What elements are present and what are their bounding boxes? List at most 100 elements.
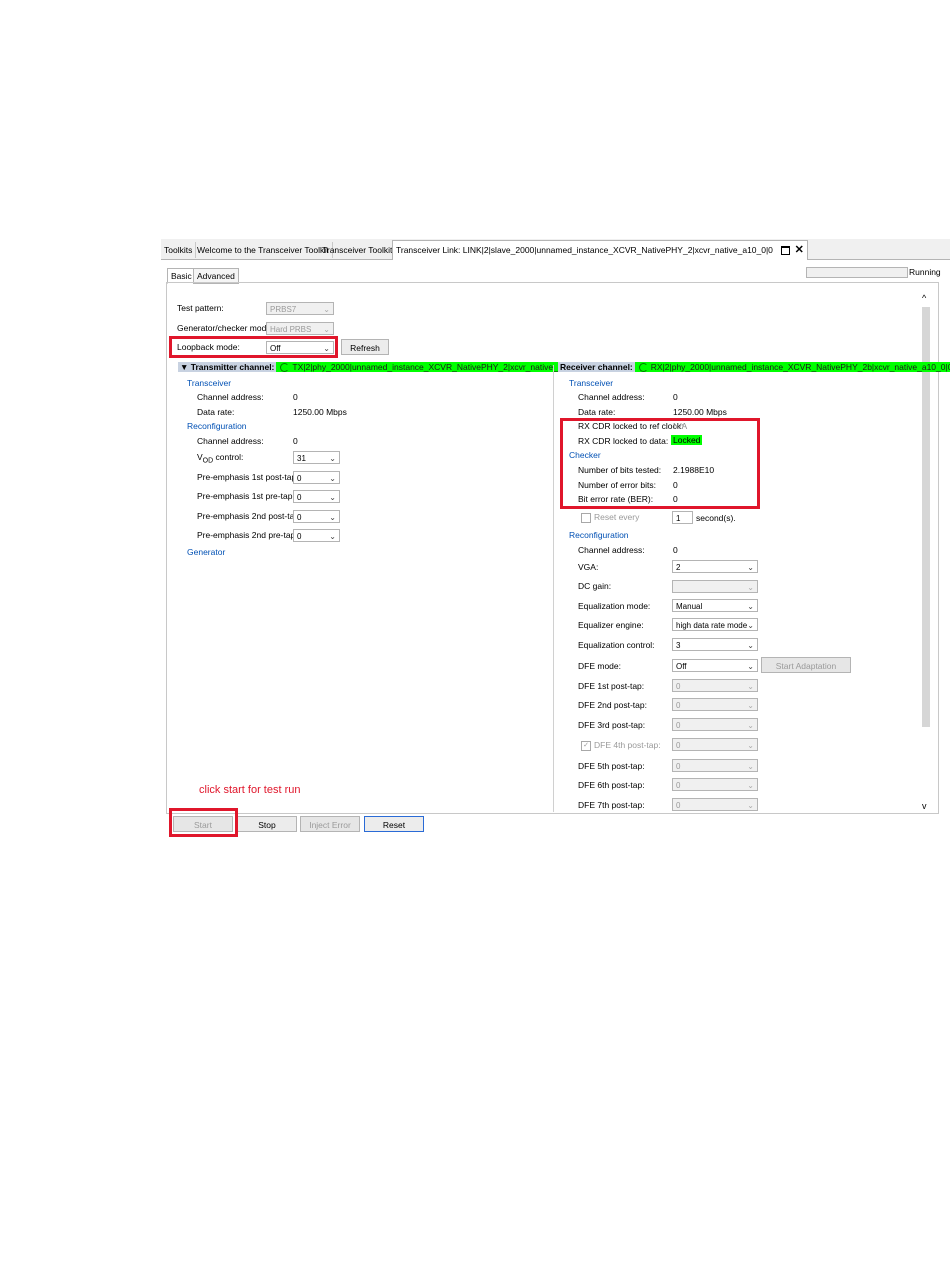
checkbox-icon[interactable]: [581, 512, 591, 523]
dc-gain-select[interactable]: ⌄: [672, 580, 758, 593]
dfe-6th-post-tap-label: DFE 6th post-tap:: [578, 780, 645, 790]
chevron-down-icon: ⌄: [747, 621, 754, 630]
pe-1st-pre-tap-value: 0: [297, 493, 302, 502]
tab-transceiver-toolkit[interactable]: Transceiver Toolkit: [319, 242, 397, 258]
dfe-1st-post-tap-select[interactable]: 0 ⌄: [672, 679, 758, 692]
start-instruction-annotation: click start for test run: [199, 784, 301, 796]
chevron-down-icon: ⌄: [747, 563, 754, 572]
chevron-down-icon: ⌄: [747, 662, 754, 671]
seconds-label: second(s).: [696, 513, 736, 523]
tab-bar: Toolkits Welcome to the Transceiver Tool…: [161, 239, 950, 260]
dfe-6th-post-tap-select[interactable]: 0 ⌄: [672, 778, 758, 791]
rx-channel-address-label: Channel address:: [578, 392, 645, 402]
chevron-down-icon: ⌄: [747, 641, 754, 650]
tx-transceiver-section: Transceiver: [187, 378, 232, 388]
vod-control-value: 31: [297, 454, 306, 463]
chevron-down-icon: ⌄: [329, 474, 336, 483]
transmitter-channel-title[interactable]: ▼ Transmitter channel:: [178, 362, 277, 372]
dfe-1st-post-tap-label: DFE 1st post-tap:: [578, 681, 645, 691]
pe-2nd-pre-tap-label: Pre-emphasis 2nd pre-tap:: [197, 530, 298, 540]
stop-button[interactable]: Stop: [237, 816, 297, 832]
checker-highlight-box: [560, 418, 760, 509]
collapse-triangle-icon: ▼: [180, 362, 191, 372]
dfe-2nd-post-tap-label: DFE 2nd post-tap:: [578, 700, 647, 710]
scroll-down-icon[interactable]: v: [922, 801, 927, 811]
pe-1st-pre-tap-select[interactable]: 0 ⌄: [293, 490, 340, 503]
refresh-button[interactable]: Refresh: [341, 339, 389, 355]
equalizer-engine-label: Equalizer engine:: [578, 620, 644, 630]
transmitter-channel-label: Transmitter channel:: [190, 362, 275, 372]
start-highlight-box: [169, 808, 238, 837]
pe-2nd-post-tap-select[interactable]: 0 ⌄: [293, 510, 340, 523]
pe-2nd-post-tap-label: Pre-emphasis 2nd post-tap:: [197, 511, 302, 521]
dfe-3rd-post-tap-select[interactable]: 0 ⌄: [672, 718, 758, 731]
run-progress-bar: [806, 267, 908, 278]
reset-button[interactable]: Reset: [364, 816, 424, 832]
chevron-down-icon: ⌄: [329, 493, 336, 502]
dfe-2nd-post-tap-select[interactable]: 0 ⌄: [672, 698, 758, 711]
rx-rc-channel-address-value: 0: [673, 545, 678, 555]
dfe-4th-post-tap-checkbox[interactable]: ✓ DFE 4th post-tap:: [581, 740, 661, 751]
start-adaptation-button[interactable]: Start Adaptation: [761, 657, 851, 673]
generator-mode-value: Hard PRBS: [270, 325, 312, 334]
equalization-mode-select[interactable]: Manual ⌄: [672, 599, 758, 612]
dfe-4th-post-tap-select[interactable]: 0 ⌄: [672, 738, 758, 751]
transmitter-channel-header: ▼ Transmitter channel: TX|2|phy_2000|unna…: [178, 361, 591, 374]
tx-generator-section: Generator: [187, 547, 226, 557]
pe-2nd-pre-tap-value: 0: [297, 532, 302, 541]
receiver-channel-header: Receiver channel: RX|2|phy_2000|unnamed_i…: [558, 361, 950, 374]
equalization-control-value: 3: [676, 641, 681, 650]
pe-1st-post-tap-label: Pre-emphasis 1st post-tap:: [197, 472, 299, 482]
chevron-down-icon: ⌄: [747, 602, 754, 611]
dfe-5th-post-tap-label: DFE 5th post-tap:: [578, 761, 645, 771]
running-status: Running: [909, 267, 941, 277]
chevron-down-icon: ⌄: [323, 325, 330, 334]
pe-1st-post-tap-select[interactable]: 0 ⌄: [293, 471, 340, 484]
tab-toolkits[interactable]: Toolkits: [161, 242, 197, 258]
equalization-control-select[interactable]: 3 ⌄: [672, 638, 758, 651]
chevron-down-icon: ⌄: [747, 781, 754, 790]
scroll-up-icon[interactable]: ^: [922, 293, 926, 303]
close-icon[interactable]: ✕: [795, 244, 804, 256]
vod-control-label: VOD control:: [197, 452, 244, 465]
refresh-icon: [280, 363, 290, 373]
dfe-7th-post-tap-select[interactable]: 0 ⌄: [672, 798, 758, 811]
chevron-down-icon: ⌄: [329, 513, 336, 522]
checkmark-icon[interactable]: ✓: [581, 740, 591, 751]
refresh-icon: [638, 363, 648, 373]
tab-welcome[interactable]: Welcome to the Transceiver Toolkit: [194, 242, 333, 258]
chevron-down-icon: ⌄: [329, 532, 336, 541]
pe-1st-pre-tap-label: Pre-emphasis 1st pre-tap:: [197, 491, 295, 501]
dfe-mode-value: Off: [676, 662, 687, 671]
test-pattern-select[interactable]: PRBS7 ⌄: [266, 302, 334, 315]
rx-reconfiguration-section: Reconfiguration: [569, 530, 629, 540]
tx-channel-address-value: 0: [293, 392, 298, 402]
equalizer-engine-value: high data rate mode: [676, 621, 748, 630]
dfe-1st-post-tap-value: 0: [676, 682, 681, 691]
dfe-2nd-post-tap-value: 0: [676, 701, 681, 710]
receiver-channel-title[interactable]: Receiver channel:: [558, 362, 635, 372]
chevron-down-icon: ⌄: [323, 305, 330, 314]
maximize-icon[interactable]: [781, 246, 791, 256]
vod-control-select[interactable]: 31 ⌄: [293, 451, 340, 464]
equalizer-engine-select[interactable]: high data rate mode ⌄: [672, 618, 758, 631]
chevron-down-icon: ⌄: [747, 583, 754, 592]
tab-transceiver-link[interactable]: Transceiver Link: LINK|2|slave_2000|unna…: [392, 240, 808, 260]
reset-interval-input[interactable]: 1: [672, 511, 693, 524]
generator-mode-select[interactable]: Hard PRBS ⌄: [266, 322, 334, 335]
tx-reconfiguration-section: Reconfiguration: [187, 421, 247, 431]
vga-value: 2: [676, 563, 681, 572]
equalization-control-label: Equalization control:: [578, 640, 655, 650]
test-pattern-value: PRBS7: [270, 305, 297, 314]
inject-error-button[interactable]: Inject Error: [300, 816, 360, 832]
tx-channel-address-label: Channel address:: [197, 392, 264, 402]
dfe-5th-post-tap-select[interactable]: 0 ⌄: [672, 759, 758, 772]
dfe-mode-select[interactable]: Off ⌄: [672, 659, 758, 672]
pe-2nd-pre-tap-select[interactable]: 0 ⌄: [293, 529, 340, 542]
rx-transceiver-section: Transceiver: [569, 378, 614, 388]
dfe-mode-label: DFE mode:: [578, 661, 621, 671]
test-pattern-label: Test pattern:: [177, 303, 224, 313]
chevron-down-icon: ⌄: [747, 721, 754, 730]
vga-select[interactable]: 2 ⌄: [672, 560, 758, 573]
reset-every-checkbox[interactable]: Reset every: [581, 512, 639, 523]
